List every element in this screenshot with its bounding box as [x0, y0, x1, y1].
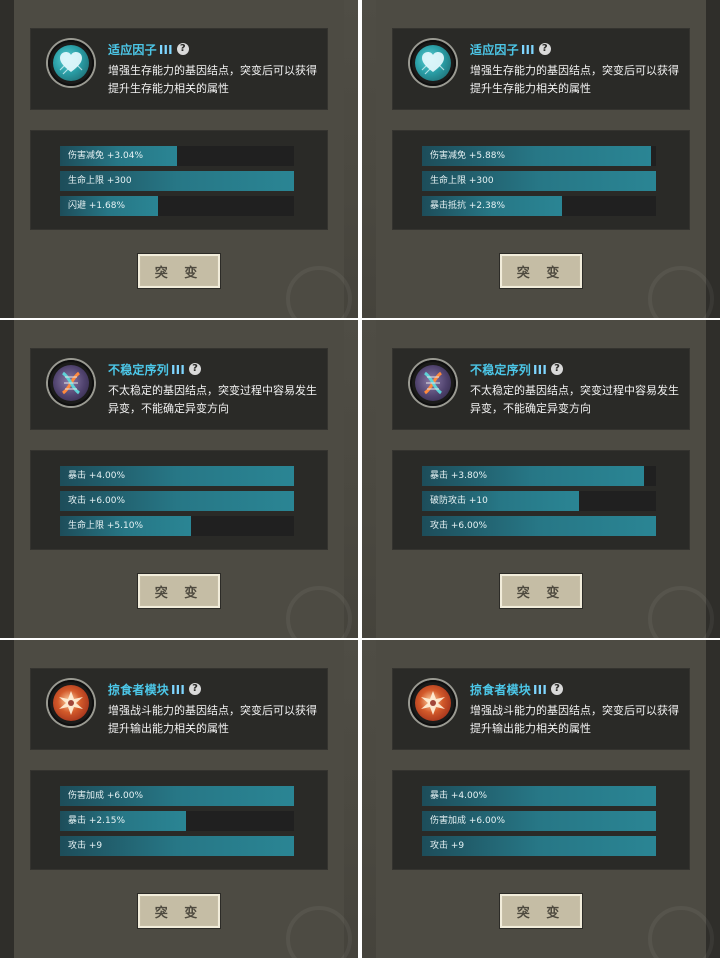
stat-bar: 攻击 +6.00%: [422, 516, 656, 536]
stat-label: 攻击 +9: [430, 841, 465, 851]
gene-description: 增强战斗能力的基因结点，突变后可以获得提升输出能力相关的属性: [470, 704, 679, 735]
gene-description: 增强战斗能力的基因结点，突变后可以获得提升输出能力相关的属性: [108, 704, 317, 735]
gene-node-header: 不稳定序列 III ? 不太稳定的基因结点，突变过程中容易发生异变，不能确定异变方…: [30, 348, 328, 430]
stat-bar: 暴击 +4.00%: [422, 786, 656, 806]
stats-panel: 伤害加成 +6.00% 暴击 +2.15% 攻击 +9: [30, 770, 328, 870]
mutate-button[interactable]: 突 变: [138, 894, 220, 928]
mutation-panel: 掠食者模块 III ? 增强战斗能力的基因结点，突变后可以获得提升输出能力相关的属…: [362, 640, 720, 958]
mutation-panel: 不稳定序列 III ? 不太稳定的基因结点，突变过程中容易发生异变，不能确定异变方…: [0, 320, 358, 638]
stat-label: 攻击 +6.00%: [430, 521, 487, 531]
stat-bar: 伤害加成 +6.00%: [60, 786, 294, 806]
gene-node-header: 适应因子 III ? 增强生存能力的基因结点，突变后可以获得提升生存能力相关的属性: [392, 28, 690, 110]
mutation-panel: 不稳定序列 III ? 不太稳定的基因结点，突变过程中容易发生异变，不能确定异变方…: [362, 320, 720, 638]
mutate-button-label: 突 变: [154, 905, 204, 921]
stat-label: 生命上限 +300: [430, 176, 494, 186]
gene-description: 不太稳定的基因结点，突变过程中容易发生异变，不能确定异变方向: [108, 384, 317, 415]
gene-node-header: 掠食者模块 III ? 增强战斗能力的基因结点，突变后可以获得提升输出能力相关的属…: [30, 668, 328, 750]
stat-label: 生命上限 +5.10%: [68, 521, 143, 531]
help-icon[interactable]: ?: [538, 43, 551, 55]
gene-node-header: 不稳定序列 III ? 不太稳定的基因结点，突变过程中容易发生异变，不能确定异变方…: [392, 348, 690, 430]
stat-bar: 攻击 +6.00%: [60, 491, 294, 511]
stat-bar: 暴击 +4.00%: [60, 466, 294, 486]
stat-label: 暴击 +3.80%: [430, 471, 487, 481]
heart-gene-icon: [410, 40, 456, 86]
stat-bar: 暴击 +2.15%: [60, 811, 294, 831]
stat-bar: 攻击 +9: [60, 836, 294, 856]
gene-node-header: 掠食者模块 III ? 增强战斗能力的基因结点，突变后可以获得提升输出能力相关的属…: [392, 668, 690, 750]
gene-name: 掠食者模块 III: [470, 682, 548, 697]
stat-bar: 闪避 +1.68%: [60, 196, 294, 216]
stat-bar: 暴击 +3.80%: [422, 466, 656, 486]
stat-bar: 伤害加成 +6.00%: [422, 811, 656, 831]
stat-bar: 伤害减免 +3.04%: [60, 146, 294, 166]
mutate-button[interactable]: 突 变: [500, 894, 582, 928]
gene-description: 增强生存能力的基因结点，突变后可以获得提升生存能力相关的属性: [108, 64, 317, 95]
stat-label: 生命上限 +300: [68, 176, 132, 186]
stat-label: 暴击 +4.00%: [430, 791, 487, 801]
gene-description: 增强生存能力的基因结点，突变后可以获得提升生存能力相关的属性: [470, 64, 679, 95]
gene-title-row: 适应因子 III ?: [108, 40, 189, 58]
gene-title-row: 掠食者模块 III ?: [108, 680, 202, 698]
stat-bar: 生命上限 +300: [422, 171, 656, 191]
gene-title-row: 适应因子 III ?: [470, 40, 551, 58]
stat-label: 破防攻击 +10: [430, 496, 488, 506]
gene-title-row: 不稳定序列 III ?: [108, 360, 202, 378]
predator-burst-icon: [410, 680, 456, 726]
mutate-button-label: 突 变: [516, 265, 566, 281]
gene-name: 掠食者模块 III: [108, 682, 186, 697]
stat-bar: 攻击 +9: [422, 836, 656, 856]
mutate-button[interactable]: 突 变: [138, 254, 220, 288]
mutate-button-label: 突 变: [516, 905, 566, 921]
stats-panel: 伤害减免 +5.88% 生命上限 +300 暴击抵抗 +2.38%: [392, 130, 690, 230]
help-icon[interactable]: ?: [176, 43, 189, 55]
gene-name: 适应因子 III: [108, 42, 173, 57]
stat-label: 伤害减免 +5.88%: [430, 151, 505, 161]
stat-label: 攻击 +6.00%: [68, 496, 125, 506]
gene-title-row: 掠食者模块 III ?: [470, 680, 564, 698]
stat-bar: 伤害减免 +5.88%: [422, 146, 656, 166]
mutate-button[interactable]: 突 变: [500, 254, 582, 288]
stats-panel: 暴击 +4.00% 伤害加成 +6.00% 攻击 +9: [392, 770, 690, 870]
stat-label: 闪避 +1.68%: [68, 201, 125, 211]
mutate-button-label: 突 变: [516, 585, 566, 601]
help-icon[interactable]: ?: [189, 683, 202, 695]
stat-label: 攻击 +9: [68, 841, 103, 851]
stat-bar: 暴击抵抗 +2.38%: [422, 196, 656, 216]
stat-bar: 生命上限 +300: [60, 171, 294, 191]
mutate-button-label: 突 变: [154, 265, 204, 281]
stat-label: 伤害减免 +3.04%: [68, 151, 143, 161]
help-icon[interactable]: ?: [189, 363, 202, 375]
predator-burst-icon: [48, 680, 94, 726]
help-icon[interactable]: ?: [551, 683, 564, 695]
stats-panel: 暴击 +4.00% 攻击 +6.00% 生命上限 +5.10%: [30, 450, 328, 550]
heart-gene-icon: [48, 40, 94, 86]
mutation-panel: 适应因子 III ? 增强生存能力的基因结点，突变后可以获得提升生存能力相关的属性…: [362, 0, 720, 318]
stats-panel: 暴击 +3.80% 破防攻击 +10 攻击 +6.00%: [392, 450, 690, 550]
help-icon[interactable]: ?: [551, 363, 564, 375]
gene-name: 不稳定序列 III: [470, 362, 548, 377]
stat-label: 暴击 +2.15%: [68, 816, 125, 826]
mutate-button-label: 突 变: [154, 585, 204, 601]
gene-description: 不太稳定的基因结点，突变过程中容易发生异变，不能确定异变方向: [470, 384, 679, 415]
mutate-button[interactable]: 突 变: [500, 574, 582, 608]
gene-name: 适应因子 III: [470, 42, 535, 57]
stat-label: 伤害加成 +6.00%: [68, 791, 143, 801]
stats-panel: 伤害减免 +3.04% 生命上限 +300 闪避 +1.68%: [30, 130, 328, 230]
stat-label: 暴击抵抗 +2.38%: [430, 201, 505, 211]
mutation-panel: 掠食者模块 III ? 增强战斗能力的基因结点，突变后可以获得提升输出能力相关的属…: [0, 640, 358, 958]
gene-title-row: 不稳定序列 III ?: [470, 360, 564, 378]
gene-node-header: 适应因子 III ? 增强生存能力的基因结点，突变后可以获得提升生存能力相关的属性: [30, 28, 328, 110]
gene-name: 不稳定序列 III: [108, 362, 186, 377]
stat-label: 暴击 +4.00%: [68, 471, 125, 481]
dna-helix-icon: [48, 360, 94, 406]
mutate-button[interactable]: 突 变: [138, 574, 220, 608]
stat-bar: 破防攻击 +10: [422, 491, 656, 511]
stat-label: 伤害加成 +6.00%: [430, 816, 505, 826]
mutation-panel: 适应因子 III ? 增强生存能力的基因结点，突变后可以获得提升生存能力相关的属性…: [0, 0, 358, 318]
dna-helix-icon: [410, 360, 456, 406]
stat-bar: 生命上限 +5.10%: [60, 516, 294, 536]
